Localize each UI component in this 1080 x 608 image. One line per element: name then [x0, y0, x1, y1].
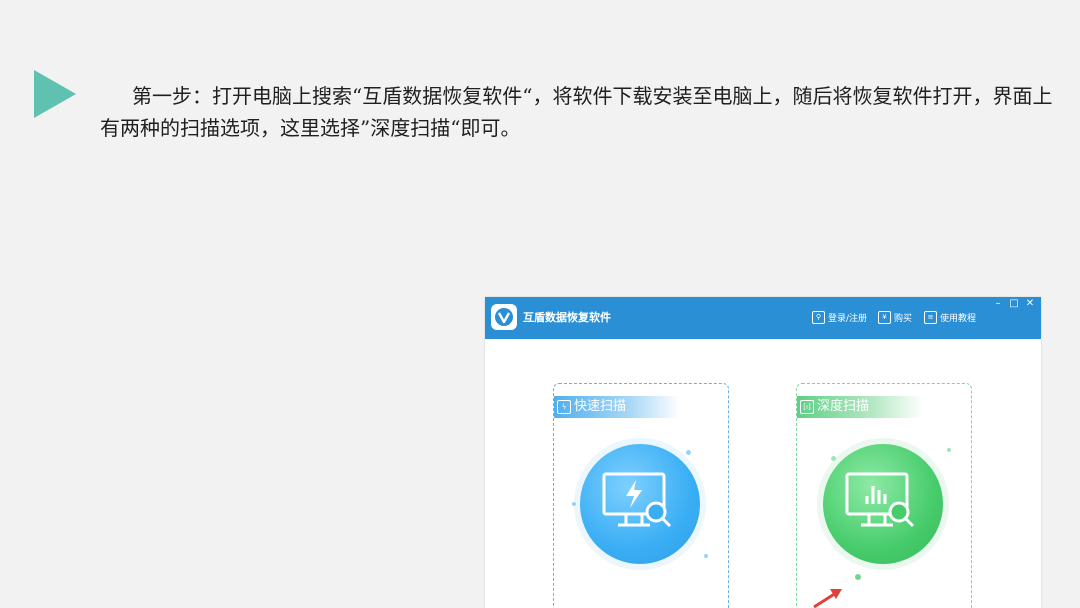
titlebar: 互盾数据恢复软件 ⚲ 登录/注册 ¥ 购买 ≡ 使用教程 – □ ✕: [485, 297, 1041, 339]
book-icon: ≡: [924, 310, 937, 324]
tutorial-label: 使用教程: [940, 313, 977, 324]
deep-scan-small-icon: [ı]: [800, 400, 814, 414]
instruction-text: 第一步：打开电脑上搜索“互盾数据恢复软件“，将软件下载安装至电脑上，随后将恢复软…: [100, 84, 1053, 140]
decor-dot: [855, 574, 861, 580]
app-title: 互盾数据恢复软件: [523, 311, 611, 324]
minimize-button[interactable]: –: [991, 298, 1005, 310]
tutorial-button[interactable]: ≡ 使用教程: [924, 310, 976, 324]
login-register-button[interactable]: ⚲ 登录/注册: [812, 310, 867, 324]
quick-scan-card[interactable]: ϟ 快速扫描: [553, 383, 729, 608]
quick-scan-small-icon: ϟ: [557, 400, 571, 414]
quick-scan-label: 快速扫描: [574, 399, 627, 414]
minimize-icon: –: [995, 298, 1001, 309]
chart-monitor-icon: [823, 444, 943, 564]
quick-scan-header: ϟ 快速扫描: [554, 396, 680, 418]
deep-scan-header: [ı] 深度扫描: [797, 396, 923, 418]
login-icon: ⚲: [812, 310, 825, 324]
decor-dot: [831, 456, 836, 461]
maximize-icon: □: [1009, 298, 1019, 309]
yen-icon: ¥: [878, 310, 891, 324]
app-window: 互盾数据恢复软件 ⚲ 登录/注册 ¥ 购买 ≡ 使用教程 – □ ✕ ϟ 快速扫…: [485, 297, 1041, 608]
decor-dot: [947, 448, 951, 452]
login-register-label: 登录/注册: [828, 313, 868, 324]
maximize-button[interactable]: □: [1007, 298, 1021, 310]
app-logo-icon: [491, 304, 517, 330]
deep-scan-label: 深度扫描: [817, 399, 870, 414]
decor-dot: [704, 554, 708, 558]
decor-dot: [686, 450, 691, 455]
close-button[interactable]: ✕: [1023, 298, 1037, 310]
deep-scan-card[interactable]: [ı] 深度扫描: [796, 383, 972, 608]
decor-dot: [572, 502, 576, 506]
close-icon: ✕: [1025, 298, 1035, 309]
lightning-monitor-icon: [580, 444, 700, 564]
buy-label: 购买: [894, 313, 913, 324]
red-arrow-icon: [813, 589, 842, 608]
play-arrow-icon: [34, 70, 76, 118]
buy-button[interactable]: ¥ 购买: [878, 310, 912, 324]
